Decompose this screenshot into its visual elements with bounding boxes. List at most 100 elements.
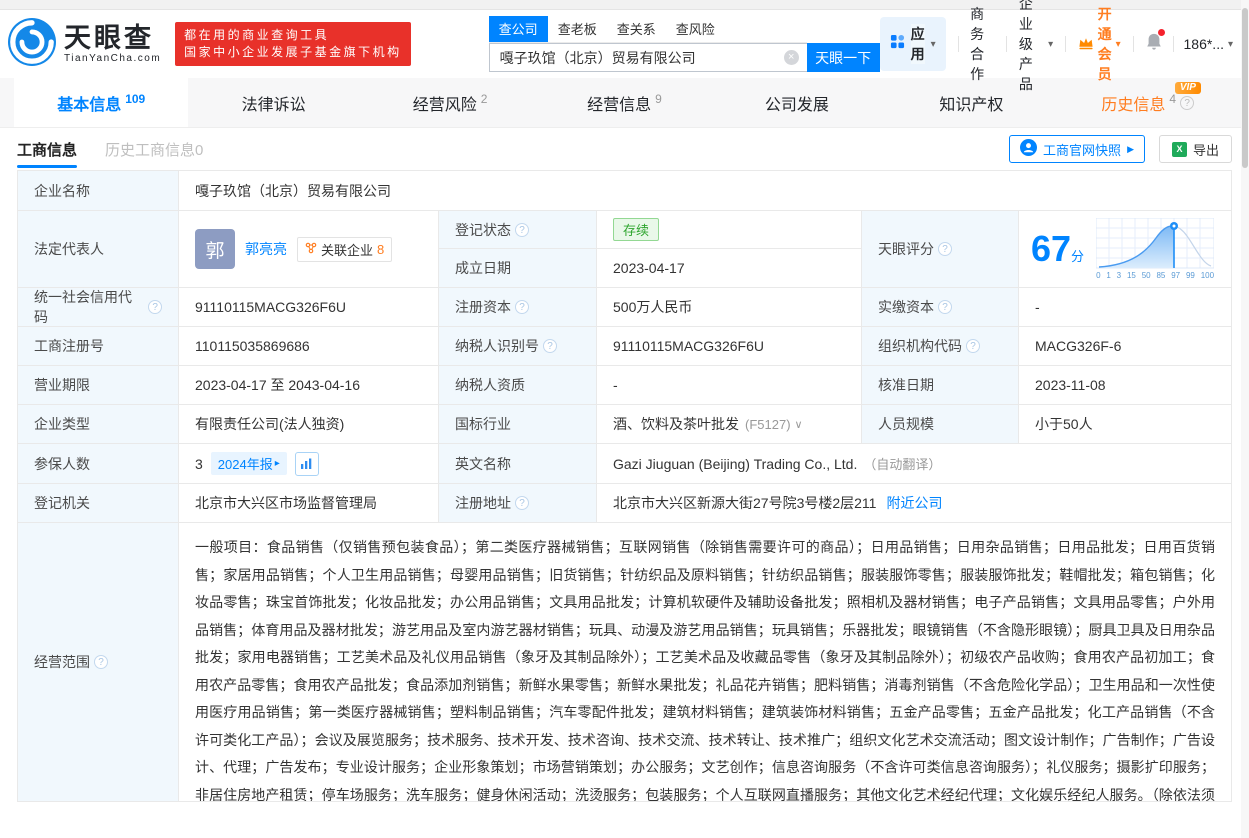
paid-capital-label: 实缴资本?: [862, 288, 1019, 327]
bar-chart-icon: [300, 457, 313, 470]
export-button[interactable]: X 导出: [1159, 135, 1232, 163]
crown-icon: [1078, 36, 1094, 53]
notification-dot: [1158, 29, 1165, 36]
search-tab-relation[interactable]: 查关系: [607, 16, 666, 42]
help-icon[interactable]: ?: [515, 223, 529, 237]
credit-code-value: 91110115MACG326F6U: [179, 288, 439, 327]
tab-company-development[interactable]: 公司发展: [712, 78, 886, 127]
approval-date-value: 2023-11-08: [1019, 366, 1231, 405]
company-info-table: 企业名称 嘎子玖馆（北京）贸易有限公司 法定代表人 郭 郭亮亮 关联企业 8 登…: [17, 170, 1232, 802]
avatar[interactable]: 郭: [195, 229, 235, 269]
promo-line2: 国家中小企业发展子基金旗下机构: [184, 44, 402, 61]
company-name-value: 嘎子玖馆（北京）贸易有限公司: [179, 171, 1231, 211]
network-icon: [305, 242, 317, 257]
tab-business-info[interactable]: 经营信息9: [537, 78, 711, 127]
chevron-down-icon[interactable]: ∨: [795, 418, 803, 431]
help-icon[interactable]: ?: [938, 242, 952, 256]
reg-authority-value: 北京市大兴区市场监督管理局: [179, 484, 439, 523]
reg-address-value: 北京市大兴区新源大街27号院3号楼2层211 附近公司: [597, 484, 1231, 523]
nearby-companies-link[interactable]: 附近公司: [886, 493, 942, 513]
subtab-business-registration[interactable]: 工商信息: [17, 129, 77, 170]
annual-report-chip[interactable]: 2024年报▸: [211, 452, 287, 475]
subtab-history-registration[interactable]: 历史工商信息0: [105, 129, 203, 170]
org-code-value: MACG326F-6: [1019, 327, 1231, 366]
search-tab-risk[interactable]: 查风险: [666, 16, 725, 42]
score-value[interactable]: 67分 0131550859799100: [1019, 211, 1231, 288]
staff-size-label: 人员规模: [862, 405, 1019, 444]
legal-rep-link[interactable]: 郭亮亮: [245, 239, 287, 259]
vip-badge: VIP: [1175, 82, 1201, 94]
search-tab-company[interactable]: 查公司: [489, 16, 548, 42]
official-snapshot-button[interactable]: 工商官网快照 ▶: [1009, 135, 1145, 163]
account-menu[interactable]: 186*... ▾: [1184, 36, 1234, 52]
chevron-down-icon: ▾: [931, 39, 936, 50]
open-vip-menu[interactable]: 开通会员 ▾: [1078, 4, 1121, 84]
logo-swirl-icon: [8, 18, 56, 71]
industry-label: 国标行业: [439, 405, 597, 444]
insured-value: 3 2024年报▸: [179, 444, 439, 484]
business-scope-value: 一般项目：食品销售（仅销售预包装食品）；第二类医疗器械销售；互联网销售（除销售需…: [179, 523, 1231, 801]
legal-rep-value: 郭 郭亮亮 关联企业 8: [179, 211, 439, 288]
search-input[interactable]: [489, 43, 807, 72]
chevron-down-icon: ▾: [1048, 39, 1053, 50]
help-icon[interactable]: ?: [515, 496, 529, 510]
promo-line1: 都在用的商业查询工具: [184, 27, 402, 44]
apps-label: 应用: [911, 24, 925, 64]
company-tabs: 基本信息109 法律诉讼 经营风险2 经营信息9 公司发展 知识产权 VIP 历…: [0, 78, 1249, 128]
help-icon[interactable]: ?: [94, 655, 108, 669]
apps-grid-icon: [890, 34, 905, 54]
tab-operating-risk[interactable]: 经营风险2: [363, 78, 537, 127]
help-icon[interactable]: ?: [938, 300, 952, 314]
related-companies-badge[interactable]: 关联企业 8: [297, 237, 392, 262]
help-icon[interactable]: ?: [543, 339, 557, 353]
reg-address-label: 注册地址?: [439, 484, 597, 523]
help-icon[interactable]: ?: [148, 300, 162, 314]
search-button[interactable]: 天眼一下: [807, 43, 880, 72]
org-code-label: 组织机构代码?: [862, 327, 1019, 366]
reg-status-label: 登记状态?: [439, 211, 597, 249]
apps-menu[interactable]: 应用 ▾: [880, 17, 946, 71]
scrollbar-thumb[interactable]: [1242, 8, 1248, 168]
taxpayer-quality-value: -: [597, 366, 862, 405]
help-icon[interactable]: ?: [1180, 96, 1194, 110]
help-icon[interactable]: ?: [966, 339, 980, 353]
chevron-down-icon: ▾: [1116, 39, 1121, 50]
score-label: 天眼评分?: [862, 211, 1019, 288]
logo-domain: TianYanCha.com: [64, 53, 161, 64]
chevron-down-icon: ▾: [1228, 39, 1233, 50]
reg-number-value: 110115035869686: [179, 327, 439, 366]
reg-number-label: 工商注册号: [18, 327, 179, 366]
taxpayer-id-value: 91110115MACG326F6U: [597, 327, 862, 366]
tab-history-info[interactable]: VIP 历史信息4 ?: [1061, 78, 1235, 127]
staff-size-value: 小于50人: [1019, 405, 1231, 444]
business-coop-link[interactable]: 商务合作: [970, 4, 994, 84]
business-term-value: 2023-04-17 至 2043-04-16: [179, 366, 439, 405]
establish-date-value: 2023-04-17: [597, 249, 862, 288]
person-badge-icon: [1020, 139, 1037, 159]
search-section: 查公司 查老板 查关系 查风险 × 天眼一下: [489, 16, 880, 72]
tab-intellectual-property[interactable]: 知识产权: [886, 78, 1060, 127]
arrow-right-icon: ▶: [1127, 144, 1134, 155]
tab-legal[interactable]: 法律诉讼: [188, 78, 362, 127]
score-axis: 0131550859799100: [1096, 271, 1214, 280]
clear-icon[interactable]: ×: [784, 50, 799, 65]
company-type-label: 企业类型: [18, 405, 179, 444]
tab-basic-info[interactable]: 基本信息109: [14, 78, 188, 127]
search-tab-boss[interactable]: 查老板: [548, 16, 607, 42]
help-icon[interactable]: ?: [515, 300, 529, 314]
auto-translate-note: （自动翻译）: [863, 454, 941, 473]
industry-value[interactable]: 酒、饮料及茶叶批发 (F5127) ∨: [597, 405, 862, 444]
section-toolbar: 工商信息 历史工商信息0 工商官网快照 ▶ X 导出: [0, 128, 1249, 170]
reg-authority-label: 登记机关: [18, 484, 179, 523]
taxpayer-id-label: 纳税人识别号?: [439, 327, 597, 366]
insured-trend-button[interactable]: [295, 452, 319, 476]
score-number: 67: [1031, 228, 1071, 269]
notifications-bell[interactable]: [1145, 32, 1163, 56]
page-scrollbar[interactable]: [1241, 0, 1249, 838]
legal-rep-label: 法定代表人: [18, 211, 179, 288]
business-term-label: 营业期限: [18, 366, 179, 405]
business-scope-label: 经营范围?: [18, 523, 179, 801]
tianyancha-logo[interactable]: 天眼查 TianYanCha.com: [8, 18, 161, 71]
paid-capital-value: -: [1019, 288, 1231, 327]
english-name-value: Gazi Jiuguan (Beijing) Trading Co., Ltd.…: [597, 444, 1231, 484]
